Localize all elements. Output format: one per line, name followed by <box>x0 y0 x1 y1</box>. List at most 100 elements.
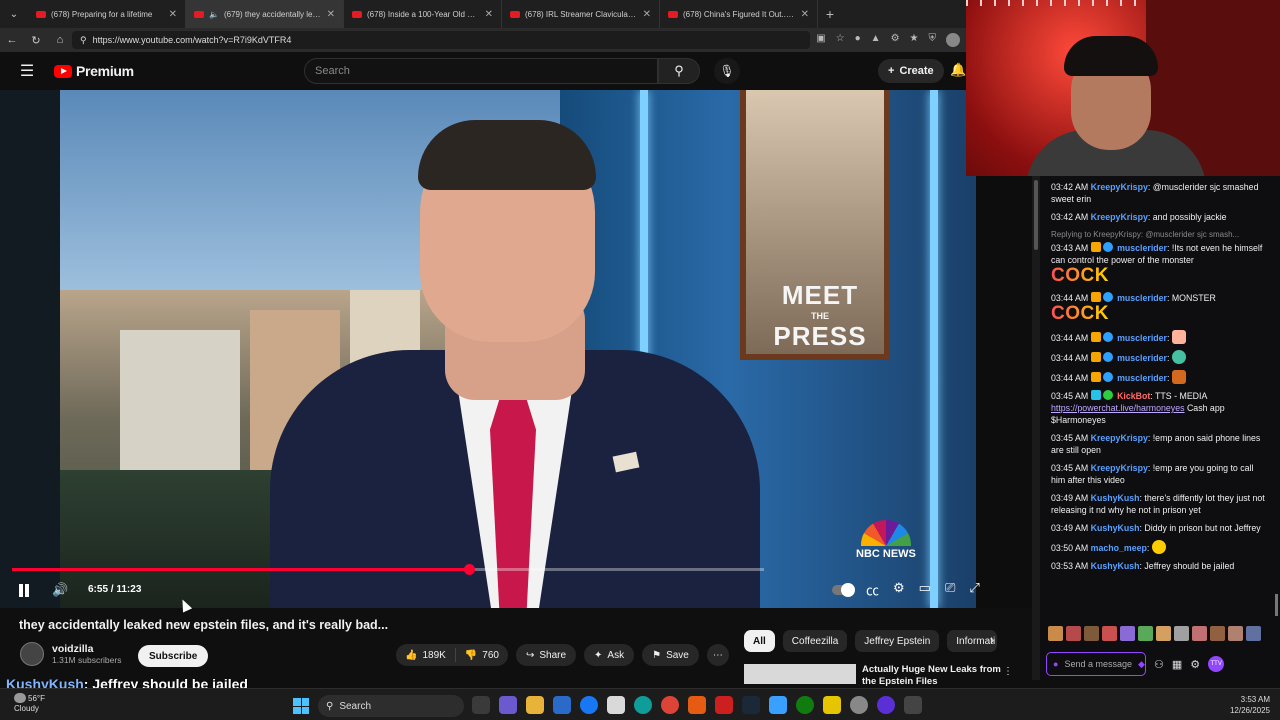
browser-tab-active[interactable]: 🔈 (679) they accidentally leaked ✕ <box>186 0 344 28</box>
notifications-icon[interactable]: 🔔 <box>950 62 966 78</box>
gift-icon[interactable]: ▦ <box>1172 658 1182 671</box>
extension-icon[interactable]: ▣ <box>816 33 825 47</box>
back-icon[interactable]: ← <box>0 34 24 46</box>
autoplay-toggle[interactable] <box>832 583 855 597</box>
progress-bar[interactable] <box>12 564 764 575</box>
recommended-title[interactable]: Actually Huge New Leaks from the Epstein… <box>862 664 1002 688</box>
browser-tab[interactable]: (678) IRL Streamer Clavicular Just ✕ <box>502 0 660 28</box>
browser-tab[interactable]: (678) China's Figured It Out... - Yo ✕ <box>660 0 818 28</box>
captions-icon[interactable]: ㏄ <box>866 580 879 599</box>
browser-tab[interactable]: (678) Preparing for a lifetime ✕ <box>28 0 186 28</box>
profile-avatar[interactable] <box>946 33 960 47</box>
video-player[interactable]: MEET THE PRESS NBC NEWS <box>0 90 1032 608</box>
chat-username[interactable]: KreepyKrispy <box>1091 433 1148 443</box>
close-tab-icon[interactable]: ✕ <box>169 9 177 20</box>
close-tab-icon[interactable]: ✕ <box>327 9 335 20</box>
filter-chip[interactable]: Jeffrey Epstein <box>855 630 940 652</box>
chat-username[interactable]: KreepyKrispy <box>1091 212 1148 222</box>
address-bar[interactable]: ⚲ https://www.youtube.com/watch?v=R7i9Kd… <box>72 31 811 49</box>
page-scrollbar[interactable] <box>1032 174 1040 680</box>
dislike-button[interactable]: 👎 760 <box>456 644 508 666</box>
browser-tab[interactable]: (678) Inside a 100-Year Old Farm ✕ <box>344 0 502 28</box>
miniplayer-icon[interactable]: ▭ <box>919 580 931 599</box>
chat-username[interactable]: KickBot <box>1117 391 1150 401</box>
chat-username[interactable]: KreepyKrispy <box>1091 463 1148 473</box>
emote-icon[interactable] <box>1048 626 1063 641</box>
extension-icon[interactable]: ● <box>855 33 861 47</box>
fullscreen-icon[interactable]: ⤢ <box>969 580 979 599</box>
chat-username[interactable]: macho_meep <box>1091 543 1147 553</box>
app-icon[interactable] <box>499 696 517 714</box>
recommended-thumbnail[interactable] <box>744 664 856 684</box>
app-icon[interactable] <box>823 696 841 714</box>
settings-icon[interactable]: ⚙ <box>893 580 905 599</box>
chat-settings-icon[interactable]: ⚙ <box>1190 658 1200 671</box>
subscribe-button[interactable]: Subscribe <box>138 645 209 667</box>
extension-icon[interactable]: ▲ <box>871 33 881 47</box>
emote-icon[interactable] <box>1120 626 1135 641</box>
close-tab-icon[interactable]: ✕ <box>485 9 493 20</box>
cast-icon[interactable]: ⎚ <box>945 580 955 599</box>
youtube-logo[interactable]: Premium <box>54 63 134 79</box>
site-info-icon[interactable]: ⚲ <box>80 35 87 46</box>
reload-icon[interactable]: ↻ <box>24 34 48 47</box>
edge-icon[interactable] <box>634 696 652 714</box>
emote-icon[interactable] <box>1102 626 1117 641</box>
chevron-right-icon[interactable]: › <box>990 633 994 647</box>
weather-widget[interactable]: 56°F Cloudy <box>14 693 45 714</box>
ask-button[interactable]: ✦ Ask <box>584 644 635 666</box>
xbox-icon[interactable] <box>796 696 814 714</box>
youtube-app-icon[interactable] <box>715 696 733 714</box>
chat-link[interactable]: https://powerchat.live/harmoneyes <box>1051 403 1185 413</box>
pause-icon[interactable] <box>17 584 31 598</box>
emote-icon[interactable] <box>1156 626 1171 641</box>
share-button[interactable]: ↪ Share <box>515 644 577 666</box>
chat-username[interactable]: musclerider <box>1117 243 1167 253</box>
app-icon[interactable] <box>607 696 625 714</box>
emote-icon[interactable] <box>1210 626 1225 641</box>
like-button[interactable]: 👍 189K <box>396 644 455 666</box>
users-icon[interactable]: ⚇ <box>1154 658 1164 671</box>
windows-start-icon[interactable] <box>293 698 309 714</box>
ttv-icon[interactable]: TTV <box>1208 656 1225 672</box>
bookmark-star-icon[interactable]: ☆ <box>836 33 845 47</box>
emote-icon[interactable] <box>1246 626 1261 641</box>
channel-name[interactable]: voidzilla <box>52 643 121 655</box>
obs-icon[interactable] <box>877 696 895 714</box>
store-icon[interactable] <box>553 696 571 714</box>
file-explorer-icon[interactable] <box>526 696 544 714</box>
filter-chip[interactable]: Coffeezilla <box>782 630 848 652</box>
app-icon[interactable] <box>850 696 868 714</box>
new-tab-icon[interactable]: + <box>818 6 842 22</box>
chat-scrollbar-icon[interactable] <box>1275 594 1278 616</box>
shield-icon[interactable]: ⛨ <box>929 33 937 47</box>
chat-username[interactable]: musclerider <box>1117 353 1167 363</box>
menu-icon[interactable]: ☰ <box>0 61 54 81</box>
emote-icon[interactable] <box>1174 626 1189 641</box>
facebook-icon[interactable] <box>580 696 598 714</box>
app-icon[interactable] <box>904 696 922 714</box>
create-button[interactable]: + Create <box>878 59 944 83</box>
channel-avatar[interactable] <box>20 642 44 666</box>
chat-username[interactable]: KushyKush <box>1091 493 1140 503</box>
taskbar-search[interactable]: ⚲ Search <box>318 695 464 717</box>
task-view-icon[interactable] <box>472 696 490 714</box>
emote-icon[interactable] <box>1084 626 1099 641</box>
emote-icon[interactable] <box>1138 626 1153 641</box>
close-tab-icon[interactable]: ✕ <box>643 9 651 20</box>
tab-menu-icon[interactable]: ⌄ <box>0 9 28 20</box>
steam-icon[interactable] <box>742 696 760 714</box>
close-tab-icon[interactable]: ✕ <box>801 9 809 20</box>
chat-input[interactable]: ● Send a message ◆ <box>1046 652 1146 676</box>
search-icon[interactable]: ⚲ <box>658 58 700 84</box>
chat-username[interactable]: musclerider <box>1117 293 1167 303</box>
reply-context[interactable]: Replying to KreepyKrispy: @musclerider s… <box>1051 229 1270 241</box>
more-options-icon[interactable]: ⋯ <box>706 644 729 666</box>
chat-emoji-icon[interactable]: ◆ <box>1138 659 1145 670</box>
volume-icon[interactable]: 🔊 <box>52 582 68 598</box>
microphone-icon[interactable]: 🎙 <box>714 58 740 84</box>
chat-username[interactable]: musclerider <box>1117 333 1167 343</box>
chat-username[interactable]: KreepyKrispy <box>1091 182 1148 192</box>
emote-icon[interactable] <box>1228 626 1243 641</box>
emote-icon[interactable] <box>1192 626 1207 641</box>
